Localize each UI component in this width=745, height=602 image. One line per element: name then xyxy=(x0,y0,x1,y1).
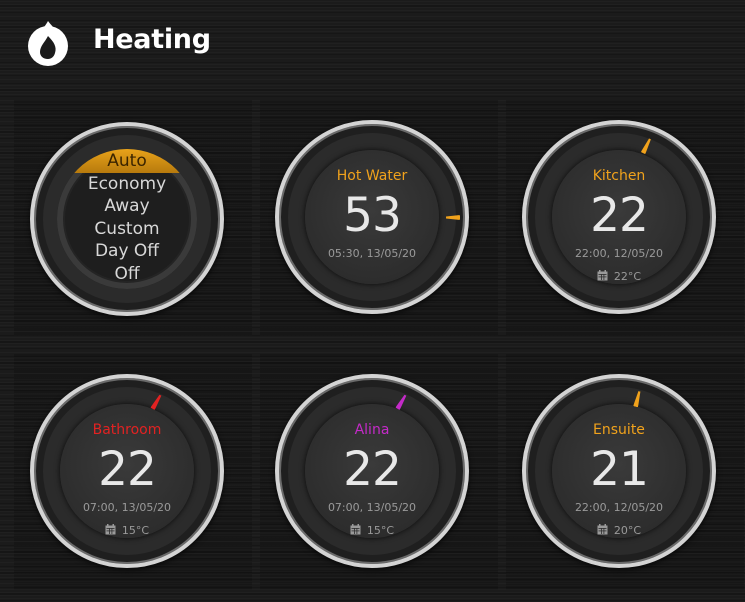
thermostat-dial[interactable]: Bathroom 22 07:00, 13/05/20 15°C xyxy=(30,374,224,568)
setpoint-value: 15°C xyxy=(366,524,395,537)
zone-temperature: 22 xyxy=(590,188,649,243)
mode-option-economy[interactable]: Economy xyxy=(34,174,220,194)
zone-name: Alina xyxy=(354,422,390,438)
thermostat-dial[interactable]: Alina 22 07:00, 13/05/20 15°C xyxy=(275,374,469,568)
zone-name: Bathroom xyxy=(92,422,162,438)
setpoint-value: 20°C xyxy=(613,524,642,537)
zone-temperature: 21 xyxy=(590,442,649,497)
setpoint-marker[interactable] xyxy=(641,138,653,155)
zone-temperature: 22 xyxy=(98,442,157,497)
mode-dial[interactable]: Auto Economy Away Custom Day Off Off xyxy=(30,122,224,316)
zone-tile-ensuite: Ensuite 21 22:00, 12/05/20 20°C xyxy=(506,354,744,590)
calendar-icon xyxy=(597,524,608,535)
calendar-icon xyxy=(350,524,361,535)
zone-timestamp: 07:00, 13/05/20 xyxy=(327,501,417,514)
zone-setpoint: 20°C xyxy=(526,524,712,537)
mode-option-auto[interactable]: Auto xyxy=(34,151,220,171)
setpoint-marker[interactable] xyxy=(633,391,642,408)
zone-setpoint: 22°C xyxy=(526,270,712,283)
thermostat-dial[interactable]: Kitchen 22 22:00, 12/05/20 22°C xyxy=(522,120,716,314)
zone-timestamp: 22:00, 12/05/20 xyxy=(574,247,664,260)
zone-temperature: 53 xyxy=(343,188,402,243)
mode-option-custom[interactable]: Custom xyxy=(34,219,220,239)
header: Heating xyxy=(0,0,745,88)
mode-tile: Auto Economy Away Custom Day Off Off xyxy=(14,100,252,336)
setpoint-marker[interactable] xyxy=(150,394,162,410)
zone-timestamp: 22:00, 12/05/20 xyxy=(574,501,664,514)
calendar-icon xyxy=(597,270,608,281)
zone-temperature: 22 xyxy=(343,442,402,497)
zone-setpoint: 15°C xyxy=(34,524,220,537)
zone-timestamp: 05:30, 13/05/20 xyxy=(327,247,417,260)
thermostat-dial[interactable]: Hot Water 53 05:30, 13/05/20 xyxy=(275,120,469,314)
zone-timestamp: 07:00, 13/05/20 xyxy=(82,501,172,514)
zone-tile-kitchen: Kitchen 22 22:00, 12/05/20 22°C xyxy=(506,100,744,336)
page-title: Heating xyxy=(93,24,211,55)
calendar-icon xyxy=(105,524,116,535)
thermostat-dial[interactable]: Ensuite 21 22:00, 12/05/20 20°C xyxy=(522,374,716,568)
mode-option-off[interactable]: Off xyxy=(34,264,220,284)
mode-option-away[interactable]: Away xyxy=(34,196,220,216)
zone-name: Hot Water xyxy=(336,168,408,184)
zone-name: Kitchen xyxy=(592,168,646,184)
flame-icon xyxy=(28,21,68,66)
mode-option-day-off[interactable]: Day Off xyxy=(34,241,220,261)
zone-tile-alina: Alina 22 07:00, 13/05/20 15°C xyxy=(260,354,498,590)
zone-name: Ensuite xyxy=(593,422,645,438)
zone-tile-hot-water: Hot Water 53 05:30, 13/05/20 xyxy=(260,100,498,336)
zone-tile-bathroom: Bathroom 22 07:00, 13/05/20 15°C xyxy=(14,354,252,590)
setpoint-value: 22°C xyxy=(613,270,642,283)
setpoint-value: 15°C xyxy=(121,524,150,537)
setpoint-marker[interactable] xyxy=(395,394,407,410)
zone-setpoint: 15°C xyxy=(279,524,465,537)
